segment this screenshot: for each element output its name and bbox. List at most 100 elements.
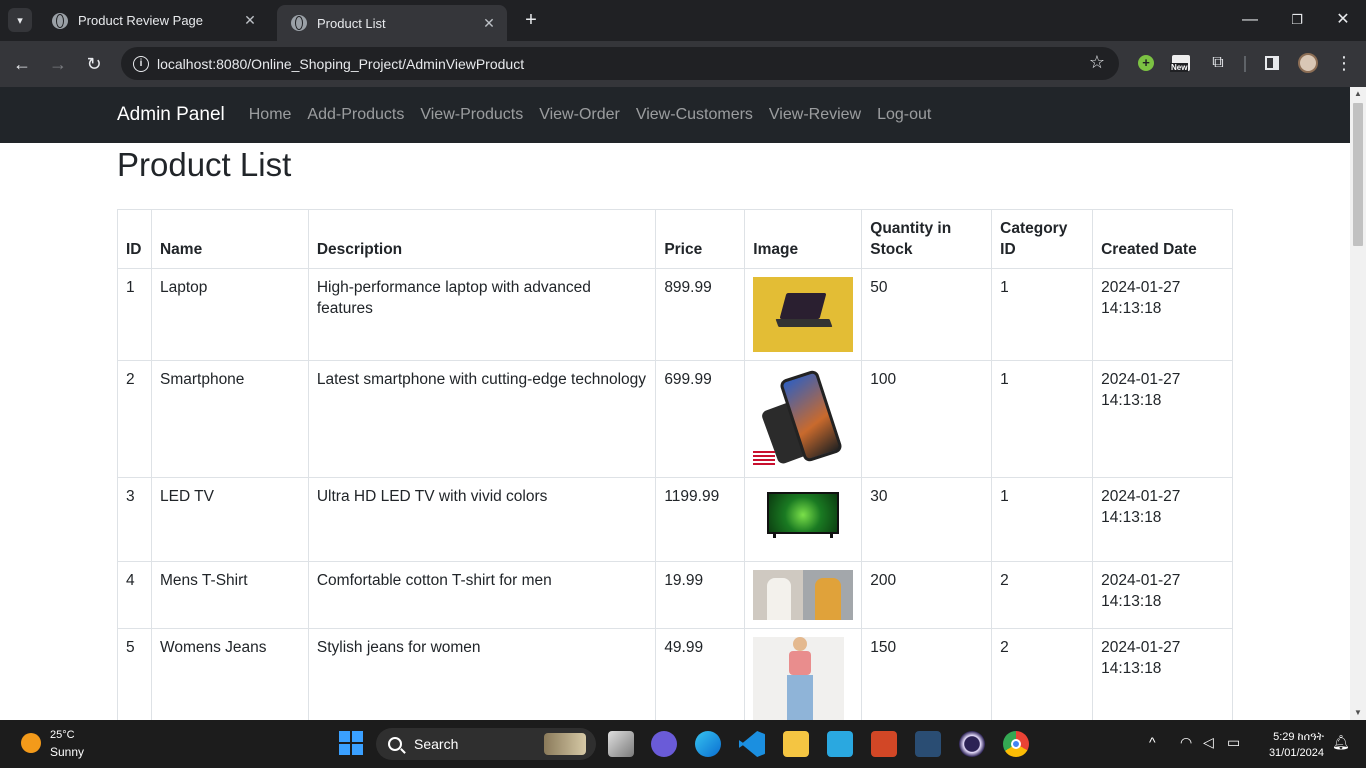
navbar-brand[interactable]: Admin Panel: [117, 104, 225, 126]
windows-taskbar: 25°C Sunny Search ^ ◠ ◁ ▭ 5:29 ከሰዓት 31/0…: [0, 720, 1366, 768]
table-row: 5 Womens Jeans Stylish jeans for women 4…: [117, 628, 1233, 720]
system-clock[interactable]: 5:29 ከሰዓት 31/01/2024: [1258, 729, 1324, 761]
browser-toolbar: ← → ↻ i localhost:8080/Online_Shoping_Pr…: [0, 41, 1366, 87]
cell-price: 1199.99: [655, 477, 746, 562]
vscode-icon[interactable]: [739, 731, 765, 757]
globe-icon: [52, 12, 68, 29]
created-date: 2024-01-27: [1101, 371, 1181, 388]
bookmark-star-icon[interactable]: ☆: [1089, 52, 1105, 73]
extensions-puzzle-icon[interactable]: ⧉: [1207, 52, 1229, 74]
tab-title: Product List: [317, 15, 386, 31]
chat-icon[interactable]: [651, 731, 677, 757]
cell-description: Comfortable cotton T-shirt for men: [307, 561, 657, 629]
side-panel-icon[interactable]: [1261, 52, 1283, 74]
wifi-icon[interactable]: ◠: [1180, 734, 1192, 751]
minimize-icon[interactable]: —: [1238, 9, 1262, 31]
close-window-icon[interactable]: ✕: [1331, 9, 1355, 31]
task-view-icon[interactable]: [608, 731, 634, 757]
windows-start-icon[interactable]: [339, 731, 365, 757]
powerpoint-icon[interactable]: [871, 731, 897, 757]
nav-link-add-products[interactable]: Add-Products: [307, 106, 404, 124]
globe-icon: [291, 15, 307, 31]
tab-title: Product Review Page: [78, 13, 204, 28]
column-header-created-date: Created Date: [1092, 209, 1233, 269]
tab-product-review[interactable]: Product Review Page ✕: [38, 5, 268, 36]
toolbar-divider: [1244, 56, 1246, 72]
nav-link-home[interactable]: Home: [249, 106, 292, 124]
taskbar-search[interactable]: Search: [376, 728, 596, 760]
cell-quantity: 100: [861, 360, 993, 478]
cell-quantity: 30: [861, 477, 993, 562]
close-tab-icon[interactable]: ✕: [242, 12, 258, 29]
menu-kebab-icon[interactable]: ⋮: [1333, 52, 1355, 74]
extension-plus-icon[interactable]: +: [1135, 52, 1157, 74]
laptop-image: [753, 277, 854, 352]
cell-category: 1: [991, 268, 1094, 361]
back-arrow-icon[interactable]: ←: [10, 52, 34, 76]
cell-name: Mens T-Shirt: [150, 561, 309, 629]
reload-icon[interactable]: ↻: [82, 52, 106, 76]
close-tab-icon[interactable]: ✕: [481, 15, 497, 32]
restore-icon[interactable]: ❐: [1285, 9, 1309, 31]
cell-category: 1: [991, 360, 1094, 478]
smartphone-image: [753, 369, 854, 465]
cell-id: 1: [117, 268, 152, 361]
battery-icon[interactable]: ▭: [1227, 734, 1240, 751]
scroll-up-arrow-icon[interactable]: ▲: [1350, 87, 1366, 101]
cell-name: Laptop: [150, 268, 309, 361]
scrollbar-thumb[interactable]: [1353, 103, 1363, 246]
nav-link-view-customers[interactable]: View-Customers: [636, 106, 753, 124]
cell-created-date: 2024-01-27 14:13:18: [1092, 477, 1233, 562]
cell-image: [744, 268, 863, 361]
address-bar[interactable]: i localhost:8080/Online_Shoping_Project/…: [121, 47, 1119, 80]
cell-image: [744, 477, 863, 562]
nav-link-log-out[interactable]: Log-out: [877, 106, 931, 124]
forward-arrow-icon[interactable]: →: [46, 52, 70, 76]
desktop-app-icon[interactable]: [827, 731, 853, 757]
cell-id: 5: [117, 628, 152, 720]
page-scrollbar[interactable]: ▲ ▼: [1350, 87, 1366, 720]
volume-icon[interactable]: ◁: [1203, 734, 1214, 751]
show-hidden-icons-chevron-icon[interactable]: ^: [1149, 734, 1156, 750]
cell-image: [744, 628, 863, 720]
chrome-icon[interactable]: [1003, 731, 1029, 757]
cell-created-date: 2024-01-27 14:13:18: [1092, 561, 1233, 629]
admin-navbar: Admin Panel Home Add-Products View-Produ…: [0, 87, 1350, 143]
created-date: 2024-01-27: [1101, 488, 1181, 505]
table-row: 2 Smartphone Latest smartphone with cutt…: [117, 360, 1233, 478]
cell-created-date: 2024-01-27 14:13:18: [1092, 628, 1233, 720]
edge-browser-icon[interactable]: [695, 731, 721, 757]
scroll-down-arrow-icon[interactable]: ▼: [1350, 706, 1366, 720]
new-extension-icon[interactable]: New: [1170, 52, 1192, 74]
new-tab-plus-icon[interactable]: +: [520, 9, 542, 31]
nav-link-view-products[interactable]: View-Products: [420, 106, 523, 124]
column-header-price: Price: [655, 209, 746, 269]
product-table: ID Name Description Price Image Quantity…: [117, 209, 1233, 720]
cell-description: Ultra HD LED TV with vivid colors: [307, 477, 657, 562]
mysql-workbench-icon[interactable]: [915, 731, 941, 757]
eclipse-icon[interactable]: [959, 731, 985, 757]
nav-link-view-order[interactable]: View-Order: [539, 106, 620, 124]
file-explorer-icon[interactable]: [783, 731, 809, 757]
created-date: 2024-01-27: [1101, 639, 1181, 656]
site-info-icon[interactable]: i: [133, 55, 149, 72]
notification-bell-icon[interactable]: 🔔︎: [1332, 734, 1350, 751]
cell-id: 2: [117, 360, 152, 478]
cell-quantity: 150: [861, 628, 993, 720]
profile-avatar-icon[interactable]: [1297, 52, 1319, 74]
tab-product-list[interactable]: Product List ✕: [277, 5, 507, 41]
cell-image: [744, 360, 863, 478]
created-date: 2024-01-27: [1101, 572, 1181, 589]
sun-weather-icon[interactable]: [21, 733, 41, 753]
column-header-description: Description: [307, 209, 657, 269]
cell-category: 2: [991, 561, 1094, 629]
created-time: 14:13:18: [1101, 509, 1162, 526]
clock-date: 31/01/2024: [1268, 747, 1324, 759]
column-header-category: Category ID: [991, 209, 1094, 269]
tab-search-chevron-icon[interactable]: ▾: [8, 8, 32, 32]
cell-created-date: 2024-01-27 14:13:18: [1092, 268, 1233, 361]
cell-quantity: 200: [861, 561, 993, 629]
cell-name: LED TV: [150, 477, 309, 562]
nav-link-view-review[interactable]: View-Review: [769, 106, 861, 124]
page-title: Product List: [117, 146, 292, 183]
